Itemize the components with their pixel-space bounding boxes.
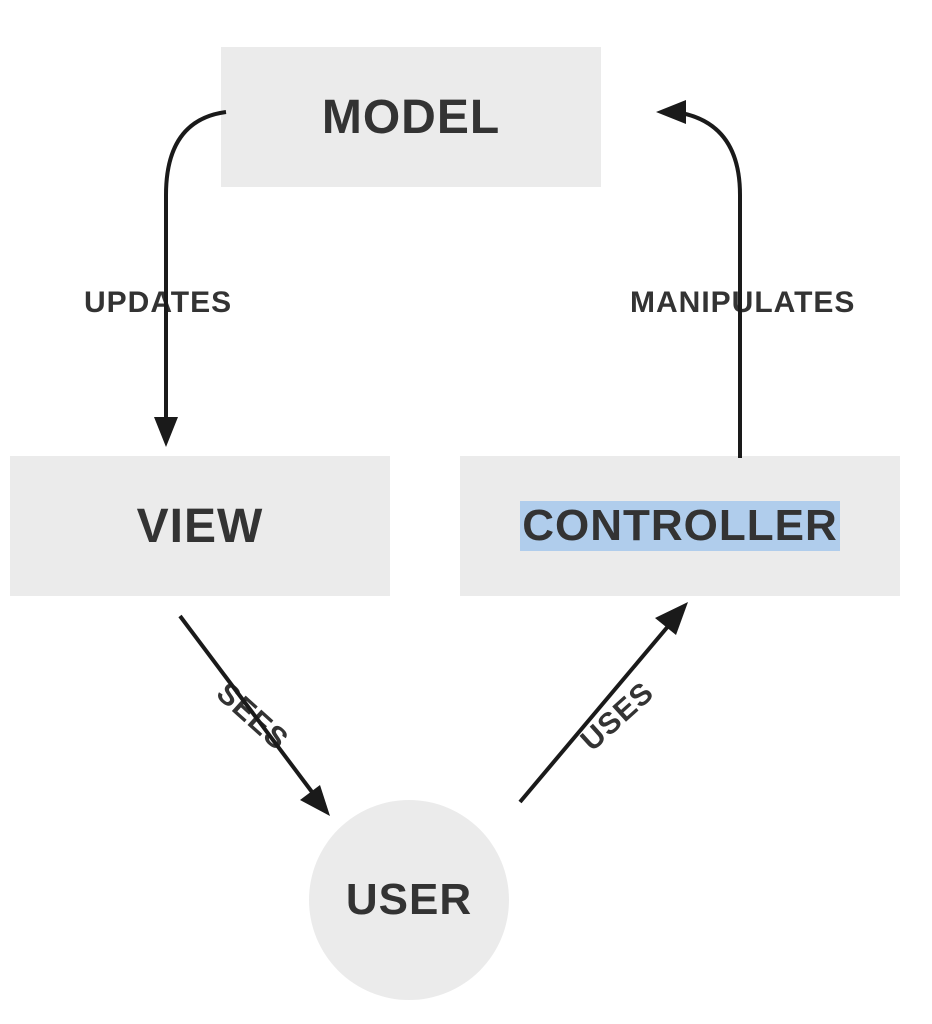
controller-label: CONTROLLER [520,501,840,551]
updates-edge-label: UPDATES [84,286,232,320]
controller-node: CONTROLLER [460,456,900,596]
model-node: MODEL [221,47,601,187]
uses-edge-label: USES [575,676,661,759]
sees-edge-label: SEES [209,676,294,758]
view-label: VIEW [137,499,264,554]
manipulates-edge-label: MANIPULATES [630,286,855,320]
model-label: MODEL [322,90,500,145]
user-label: USER [346,875,472,925]
view-node: VIEW [10,456,390,596]
user-node: USER [309,800,509,1000]
